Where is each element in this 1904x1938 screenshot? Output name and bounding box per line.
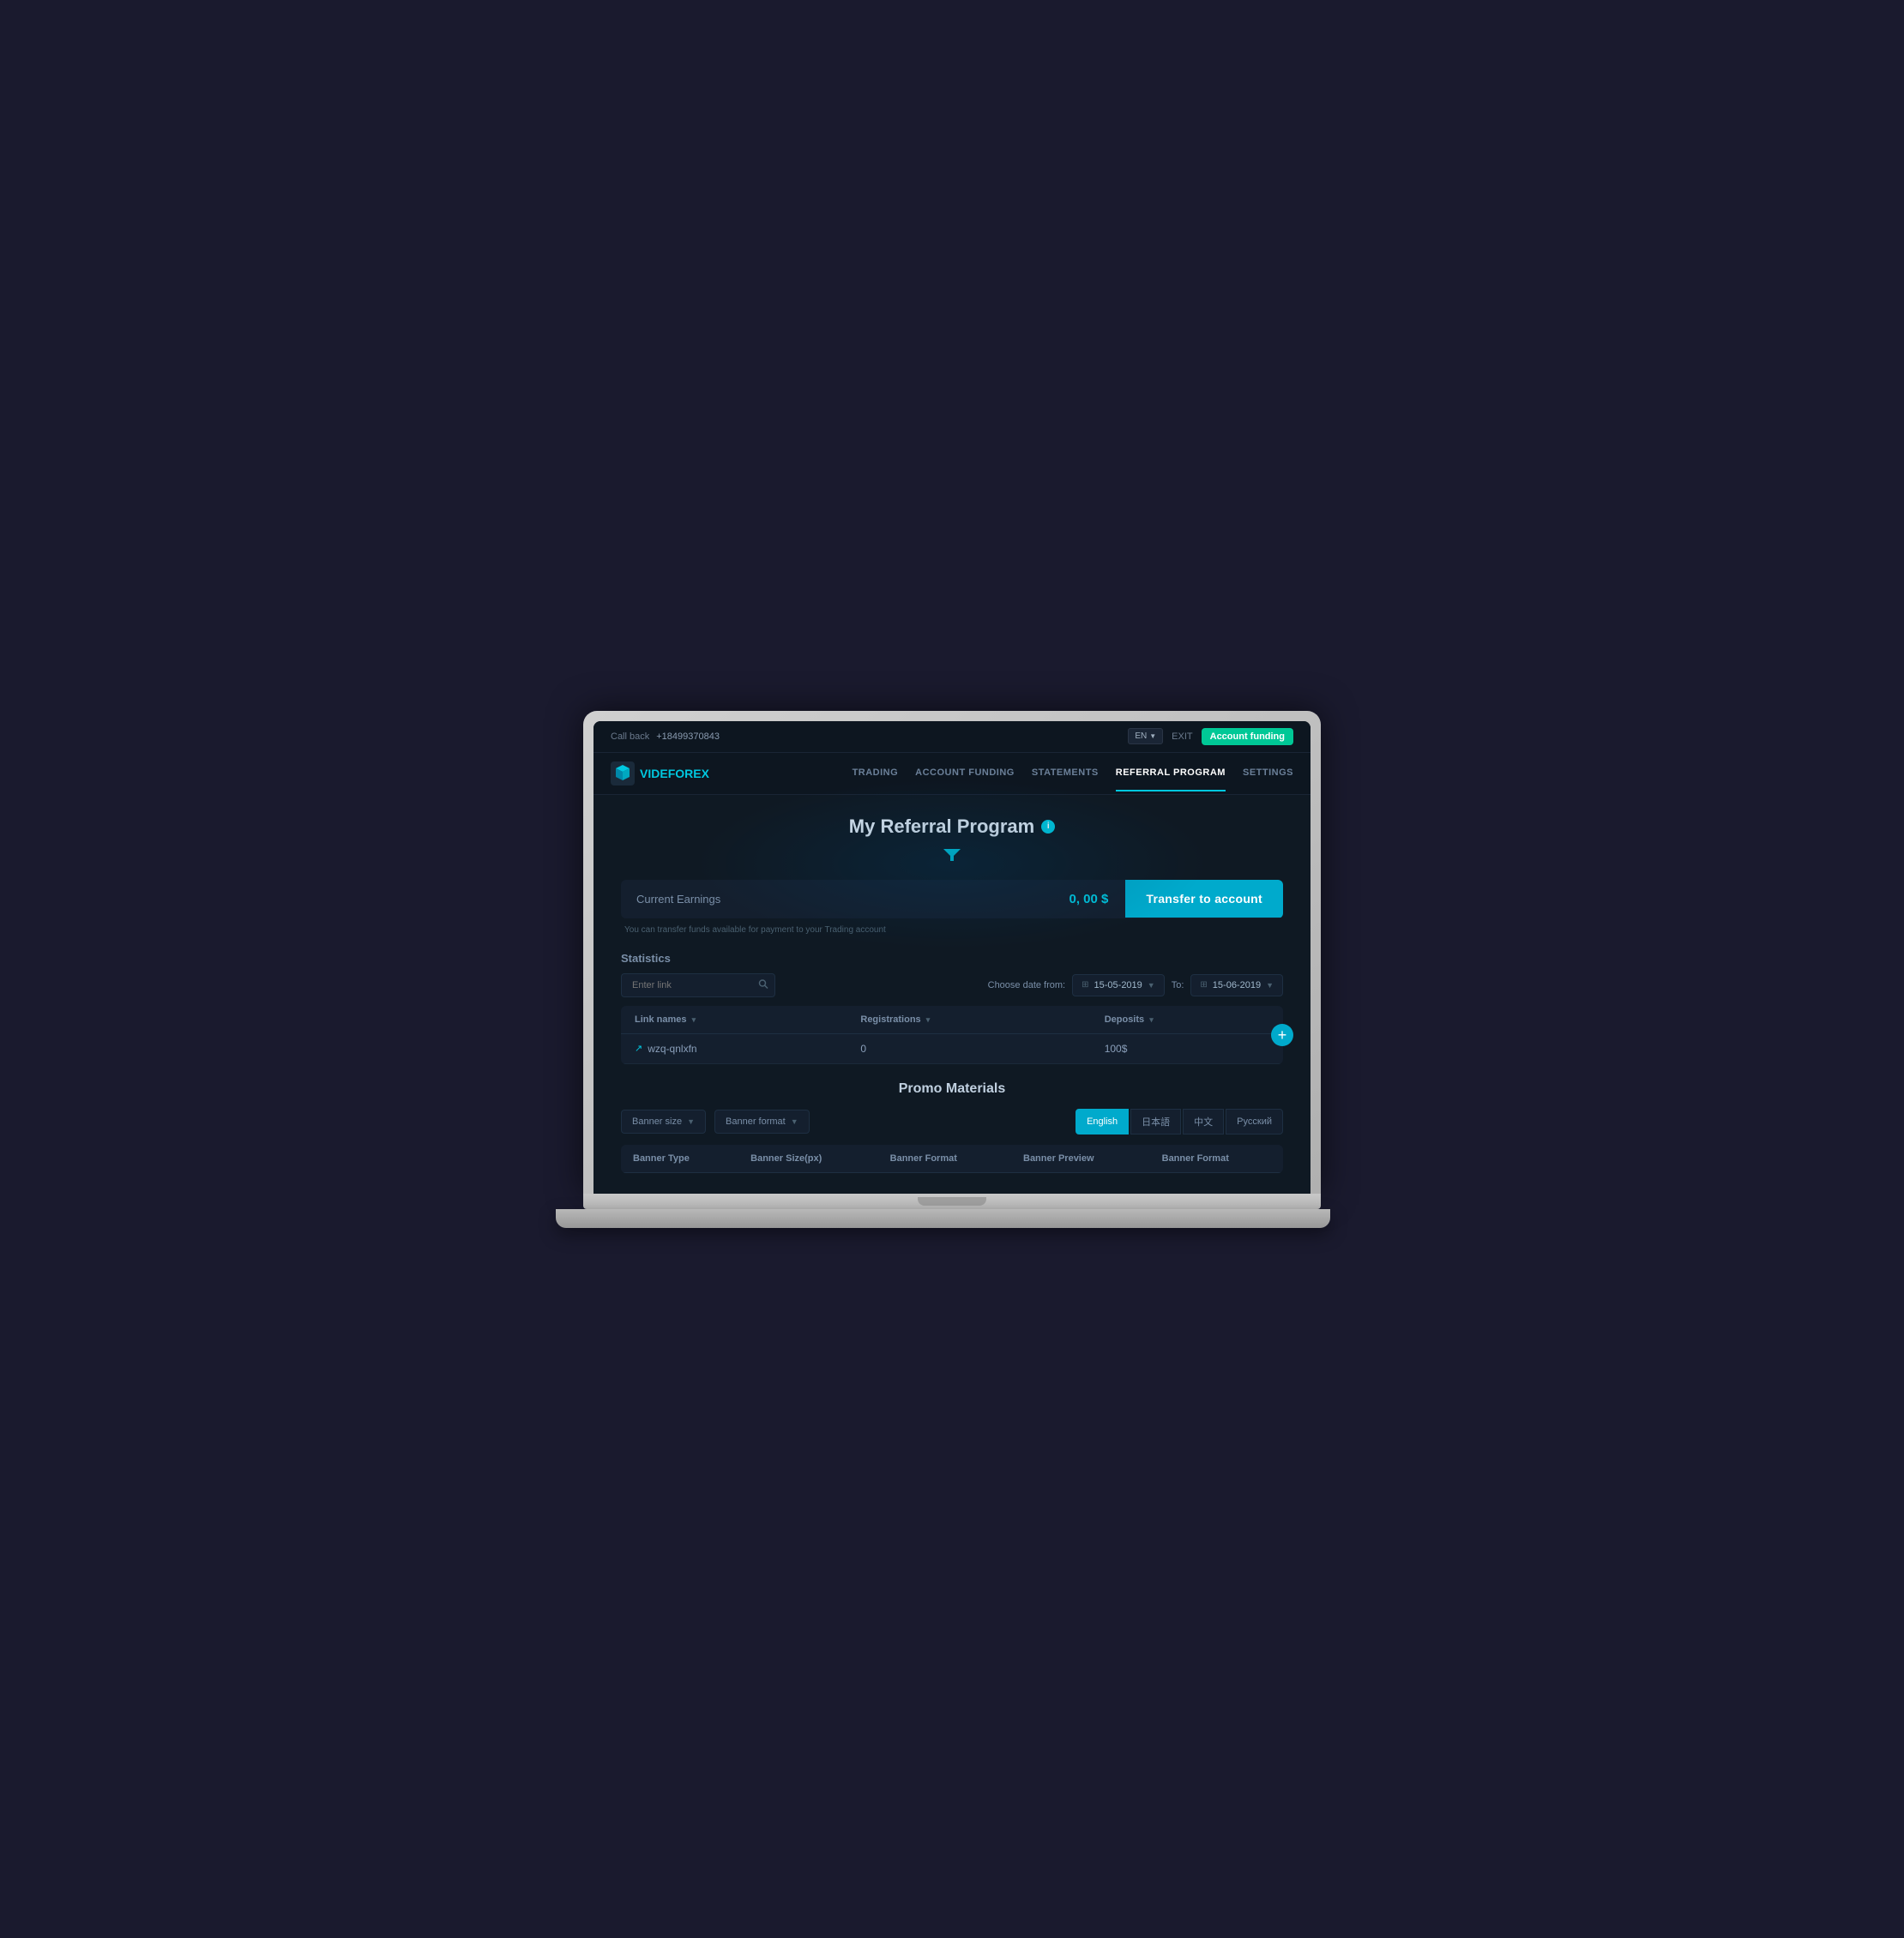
search-icon <box>758 978 768 989</box>
laptop-screen-outer: Call back +18499370843 EN ▼ EXIT Account… <box>583 711 1321 1194</box>
banner-format-dropdown[interactable]: Banner format ▼ <box>714 1110 810 1134</box>
cell-registrations: 0 <box>847 1033 1090 1063</box>
main-content: My Referral Program i Current Earnings 0 <box>593 795 1311 1194</box>
laptop-screen-inner: Call back +18499370843 EN ▼ EXIT Account… <box>593 721 1311 1194</box>
col-link-names: Link names ▾ <box>621 1006 847 1034</box>
lang-tabs: English 日本語 中文 Русский <box>1076 1109 1283 1135</box>
top-bar-right: EN ▼ EXIT Account funding <box>1128 728 1293 745</box>
date-to-value: 15-06-2019 <box>1213 980 1261 990</box>
app-container: Call back +18499370843 EN ▼ EXIT Account… <box>593 721 1311 1194</box>
lang-tab-russian[interactable]: Русский <box>1226 1109 1283 1135</box>
top-bar: Call back +18499370843 EN ▼ EXIT Account… <box>593 721 1311 753</box>
laptop-wrapper: Call back +18499370843 EN ▼ EXIT Account… <box>583 711 1321 1228</box>
col-registrations: Registrations ▾ <box>847 1006 1090 1034</box>
promo-section: Promo Materials Banner size ▼ Banner for… <box>621 1081 1283 1173</box>
date-from-chevron: ▼ <box>1148 981 1155 990</box>
stats-table-header-row: Link names ▾ Registrations ▾ <box>621 1006 1283 1034</box>
date-from-label: Choose date from: <box>988 980 1066 990</box>
lang-badge[interactable]: EN ▼ <box>1128 728 1163 744</box>
banner-col-size: Banner Size(px) <box>738 1145 878 1173</box>
laptop-base-bottom <box>556 1209 1330 1228</box>
account-funding-button[interactable]: Account funding <box>1202 728 1293 745</box>
banner-format-chevron-icon: ▼ <box>791 1117 798 1126</box>
logo-vide: VIDE <box>640 767 668 780</box>
banner-col-format2: Banner Format <box>1150 1145 1283 1173</box>
col-link-names-label: Link names <box>635 1014 687 1025</box>
cell-deposits: 100$ <box>1091 1033 1283 1063</box>
callback-label: Call back <box>611 731 649 742</box>
statistics-section: Statistics <box>621 952 1283 1064</box>
search-input[interactable] <box>621 973 775 997</box>
nav-settings[interactable]: SETTINGS <box>1243 755 1293 791</box>
top-bar-left: Call back +18499370843 <box>611 731 720 742</box>
sort-icon-deposits: ▾ <box>1149 1015 1154 1024</box>
banner-size-label: Banner size <box>632 1116 682 1127</box>
promo-controls: Banner size ▼ Banner format ▼ English 日本… <box>621 1109 1283 1135</box>
calendar-icon-from: ⊞ <box>1082 980 1088 990</box>
phone-number: +18499370843 <box>656 731 720 742</box>
search-icon-button[interactable] <box>758 978 768 991</box>
stats-table-head: Link names ▾ Registrations ▾ <box>621 1006 1283 1034</box>
lang-tab-chinese[interactable]: 中文 <box>1183 1109 1224 1135</box>
lang-badge-text: EN <box>1135 731 1147 741</box>
banner-table: Banner Type Banner Size(px) Banner Forma… <box>621 1145 1283 1173</box>
date-to-input[interactable]: ⊞ 15-06-2019 ▼ <box>1190 974 1283 996</box>
search-input-wrapper <box>621 973 775 997</box>
banner-size-chevron-icon: ▼ <box>687 1117 695 1126</box>
date-from-input[interactable]: ⊞ 15-05-2019 ▼ <box>1072 974 1165 996</box>
banner-col-format: Banner Format <box>878 1145 1011 1173</box>
table-row: ↗ wzq-qnlxfn 0 100$ <box>621 1033 1283 1063</box>
laptop-base-top <box>583 1194 1321 1209</box>
link-value: wzq-qnlxfn <box>648 1043 696 1055</box>
laptop-hinge-notch <box>918 1197 986 1206</box>
stats-table-body: ↗ wzq-qnlxfn 0 100$ <box>621 1033 1283 1063</box>
col-deposits-label: Deposits <box>1105 1014 1144 1025</box>
banner-table-header-row: Banner Type Banner Size(px) Banner Forma… <box>621 1145 1283 1173</box>
statistics-controls: Choose date from: ⊞ 15-05-2019 ▼ To: ⊞ 1… <box>621 973 1283 997</box>
sort-icon-link: ▾ <box>692 1015 696 1024</box>
link-arrow-icon: ↗ <box>635 1043 642 1054</box>
lang-tab-english[interactable]: English <box>1076 1109 1129 1135</box>
exit-button[interactable]: EXIT <box>1172 731 1192 742</box>
add-row-button[interactable]: + <box>1271 1024 1293 1046</box>
date-to-chevron: ▼ <box>1266 981 1274 990</box>
calendar-icon-to: ⊞ <box>1200 980 1207 990</box>
cell-link: ↗ wzq-qnlxfn <box>621 1033 847 1063</box>
banner-table-head: Banner Type Banner Size(px) Banner Forma… <box>621 1145 1283 1173</box>
date-from-value: 15-05-2019 <box>1094 980 1142 990</box>
lang-tab-japanese[interactable]: 日本語 <box>1130 1109 1181 1135</box>
sort-icon-registrations: ▾ <box>926 1015 931 1024</box>
logo-text: VIDEFOREX <box>640 767 709 780</box>
logo-icon <box>611 761 635 785</box>
banner-format-label: Banner format <box>726 1116 786 1127</box>
col-registrations-label: Registrations <box>860 1014 920 1025</box>
date-to-label: To: <box>1172 980 1184 990</box>
banner-size-dropdown[interactable]: Banner size ▼ <box>621 1110 706 1134</box>
bg-decoration <box>695 778 1209 949</box>
promo-title: Promo Materials <box>621 1081 1283 1097</box>
logo-area: VIDEFOREX <box>611 753 709 794</box>
stats-table-wrapper: Link names ▾ Registrations ▾ <box>621 1006 1283 1064</box>
link-cell: ↗ wzq-qnlxfn <box>635 1043 833 1055</box>
banner-col-type: Banner Type <box>621 1145 738 1173</box>
date-controls: Choose date from: ⊞ 15-05-2019 ▼ To: ⊞ 1… <box>988 974 1283 996</box>
banner-col-preview: Banner Preview <box>1011 1145 1150 1173</box>
logo-forex: FOREX <box>668 767 709 780</box>
lang-chevron-icon: ▼ <box>1149 732 1156 740</box>
col-deposits: Deposits ▾ <box>1091 1006 1283 1034</box>
stats-table: Link names ▾ Registrations ▾ <box>621 1006 1283 1064</box>
nav-referral-program[interactable]: REFERRAL PROGRAM <box>1116 755 1226 791</box>
statistics-title: Statistics <box>621 952 1283 965</box>
